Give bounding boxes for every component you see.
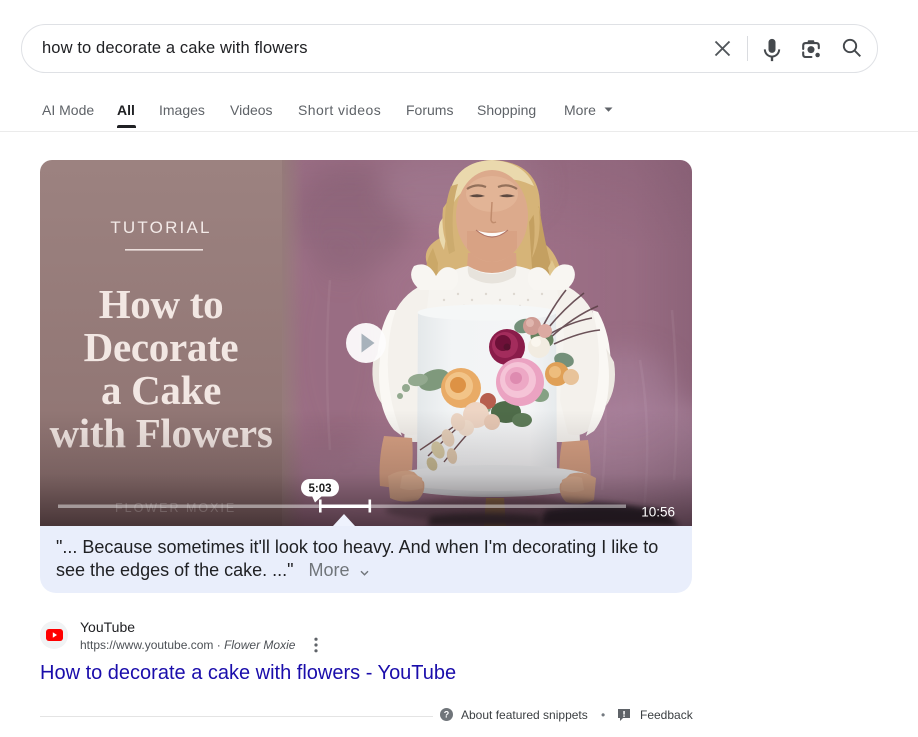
svg-text:10:56: 10:56: [641, 505, 675, 520]
svg-text:5:03: 5:03: [308, 483, 331, 495]
svg-text:Decorate: Decorate: [84, 324, 239, 370]
svg-text:How to: How to: [99, 281, 224, 327]
svg-text:TUTORIAL: TUTORIAL: [110, 218, 211, 237]
svg-text:?: ?: [444, 710, 450, 720]
svg-text:a Cake: a Cake: [101, 367, 221, 413]
